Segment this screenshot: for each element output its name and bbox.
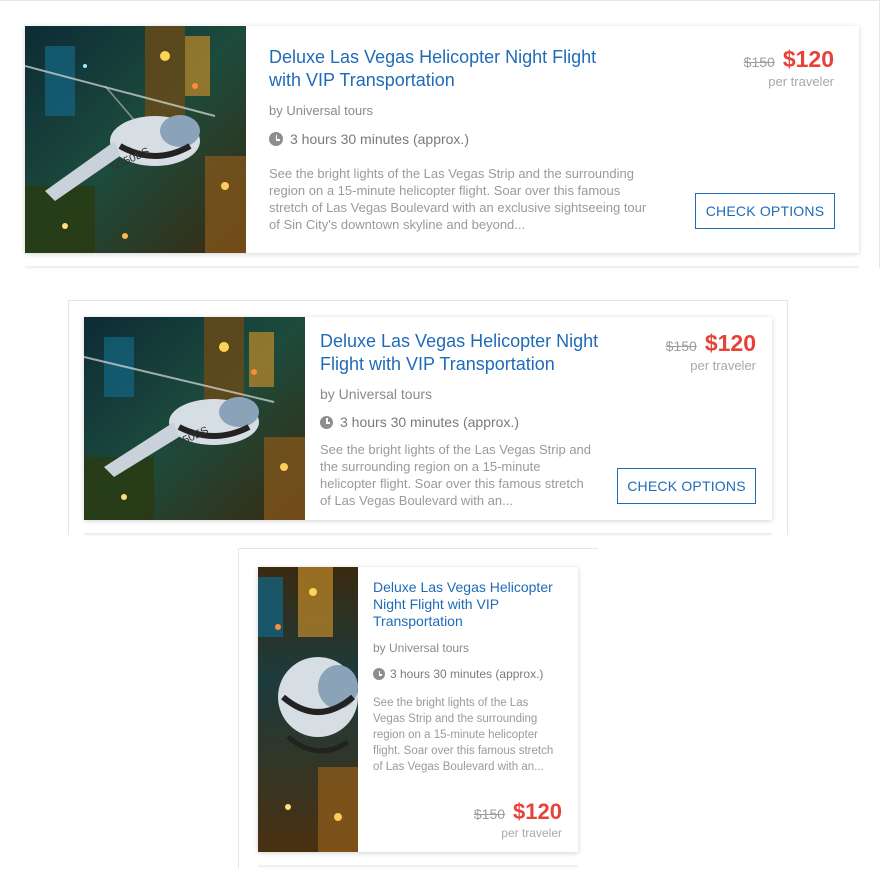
tour-description: See the bright lights of the Las Vegas S…: [269, 166, 647, 232]
duration: 3 hours 30 minutes (approx.): [373, 667, 543, 681]
duration-text: 3 hours 30 minutes (approx.): [390, 667, 544, 681]
tour-image[interactable]: [258, 567, 358, 852]
price-block: $150 $120 per traveler: [666, 330, 756, 373]
clock-icon: [269, 132, 283, 146]
tour-title[interactable]: Deluxe Las Vegas Helicopter Night Flight…: [320, 330, 610, 377]
tour-card-large[interactable]: N350ES Deluxe Las Vegas Helicopter Night…: [25, 26, 859, 253]
old-price: $150: [743, 54, 775, 70]
tour-card-medium[interactable]: N350ES Deluxe Las Vegas Helicopter Night…: [84, 317, 772, 520]
check-options-button[interactable]: CHECK OPTIONS: [617, 468, 756, 504]
price-unit: per traveler: [690, 358, 756, 373]
price-unit: per traveler: [768, 74, 834, 89]
tour-title[interactable]: Deluxe Las Vegas Helicopter Night Flight…: [373, 579, 563, 630]
tour-image[interactable]: N350ES: [25, 26, 246, 253]
duration-text: 3 hours 30 minutes (approx.): [290, 131, 469, 147]
clock-icon: [373, 668, 385, 680]
old-price: $150: [665, 338, 697, 354]
duration-text: 3 hours 30 minutes (approx.): [340, 414, 519, 430]
operator-name: by Universal tours: [320, 386, 433, 402]
card-divider: [25, 266, 859, 269]
check-options-button[interactable]: CHECK OPTIONS: [695, 193, 835, 229]
current-price: $120: [782, 46, 834, 72]
tour-title[interactable]: Deluxe Las Vegas Helicopter Night Flight…: [269, 46, 619, 93]
duration: 3 hours 30 minutes (approx.): [320, 414, 519, 430]
current-price: $120: [513, 799, 562, 824]
old-price: $150: [473, 806, 506, 822]
current-price: $120: [704, 330, 756, 356]
tour-description: See the bright lights of the Las Vegas S…: [320, 442, 592, 508]
duration: 3 hours 30 minutes (approx.): [269, 131, 469, 147]
tour-card-small[interactable]: Deluxe Las Vegas Helicopter Night Flight…: [258, 567, 578, 852]
clock-icon: [320, 415, 333, 429]
price-unit: per traveler: [501, 826, 562, 840]
price-block: $150 $120 per traveler: [744, 46, 834, 89]
card-divider: [258, 865, 578, 868]
operator-name: by Universal tours: [269, 103, 374, 118]
price-block: $150 $120 per traveler: [474, 799, 562, 840]
tour-image[interactable]: N350ES: [84, 317, 305, 520]
card-divider: [84, 533, 772, 536]
tour-description: See the bright lights of the Las Vegas S…: [373, 697, 554, 773]
operator-name: by Universal tours: [373, 641, 470, 655]
